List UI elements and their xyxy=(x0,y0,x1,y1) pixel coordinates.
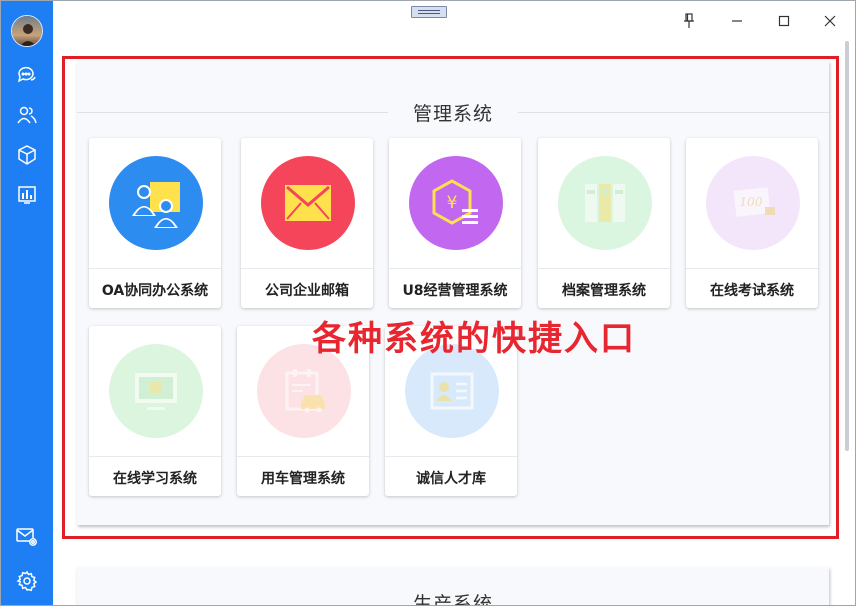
system-card-archives[interactable]: 档案管理系统 xyxy=(538,138,670,308)
cube-icon[interactable] xyxy=(15,143,39,167)
pin-icon[interactable] xyxy=(677,9,701,33)
section-header: 管理系统 xyxy=(77,97,829,127)
card-label: 公司企业邮箱 xyxy=(265,283,349,299)
system-card-email[interactable]: 公司企业邮箱 xyxy=(241,138,373,308)
system-card-learning[interactable]: 在线学习系统 xyxy=(89,326,221,496)
card-divider xyxy=(389,268,521,269)
system-card-oa[interactable]: OA协同办公系统 xyxy=(89,138,221,308)
card-label: 诚信人才库 xyxy=(416,471,486,487)
card-label: OA协同办公系统 xyxy=(101,283,209,299)
gear-icon[interactable] xyxy=(15,569,39,593)
exam-paper-icon: 100 xyxy=(706,156,800,250)
card-label: 在线学习系统 xyxy=(113,471,197,487)
avatar[interactable] xyxy=(11,15,43,47)
section-title: 生产系统 xyxy=(412,593,493,606)
card-divider xyxy=(538,268,670,269)
annotation-text: 各种系统的快捷入口 xyxy=(312,319,636,359)
people-icon[interactable] xyxy=(15,103,39,127)
section-title: 管理系统 xyxy=(412,103,493,125)
card-divider xyxy=(686,268,818,269)
card-divider xyxy=(385,456,517,457)
bar-chart-icon[interactable] xyxy=(15,183,39,207)
envelope-icon xyxy=(261,156,355,250)
card-label: U8经营管理系统 xyxy=(402,283,508,299)
card-label: 在线考试系统 xyxy=(710,283,794,299)
close-icon[interactable] xyxy=(818,9,842,33)
minimize-icon[interactable] xyxy=(725,9,749,33)
card-divider xyxy=(89,268,221,269)
vertical-scrollbar[interactable] xyxy=(845,41,851,601)
svg-text:¥: ¥ xyxy=(447,193,458,213)
monitor-book-icon xyxy=(109,344,203,438)
sidebar xyxy=(1,1,53,605)
file-cabinet-icon xyxy=(558,156,652,250)
card-label: 档案管理系统 xyxy=(562,283,646,299)
system-card-u8[interactable]: ¥ U8经营管理系统 xyxy=(389,138,521,308)
production-systems-panel: 生产系统 xyxy=(77,567,829,606)
scrollbar-thumb[interactable] xyxy=(845,41,849,451)
people-board-icon xyxy=(109,156,203,250)
card-divider xyxy=(237,456,369,457)
mail-gear-icon[interactable] xyxy=(15,525,39,549)
maximize-icon[interactable] xyxy=(772,9,796,33)
management-systems-panel: 管理系统 OA协同办公系统 公司企业邮箱 ¥ U8经营管理系统 档案管理系统 1… xyxy=(77,61,829,525)
yen-hexagon-icon: ¥ xyxy=(409,156,503,250)
svg-text:100: 100 xyxy=(740,195,763,209)
drag-handle[interactable] xyxy=(411,6,447,18)
card-divider xyxy=(89,456,221,457)
chat-bubbles-icon[interactable] xyxy=(15,63,39,87)
card-label: 用车管理系统 xyxy=(261,471,345,487)
divider xyxy=(518,112,829,113)
divider xyxy=(77,112,388,113)
system-card-exam[interactable]: 100 在线考试系统 xyxy=(686,138,818,308)
app-window: 管理系统 OA协同办公系统 公司企业邮箱 ¥ U8经营管理系统 档案管理系统 1… xyxy=(0,0,856,606)
card-divider xyxy=(241,268,373,269)
